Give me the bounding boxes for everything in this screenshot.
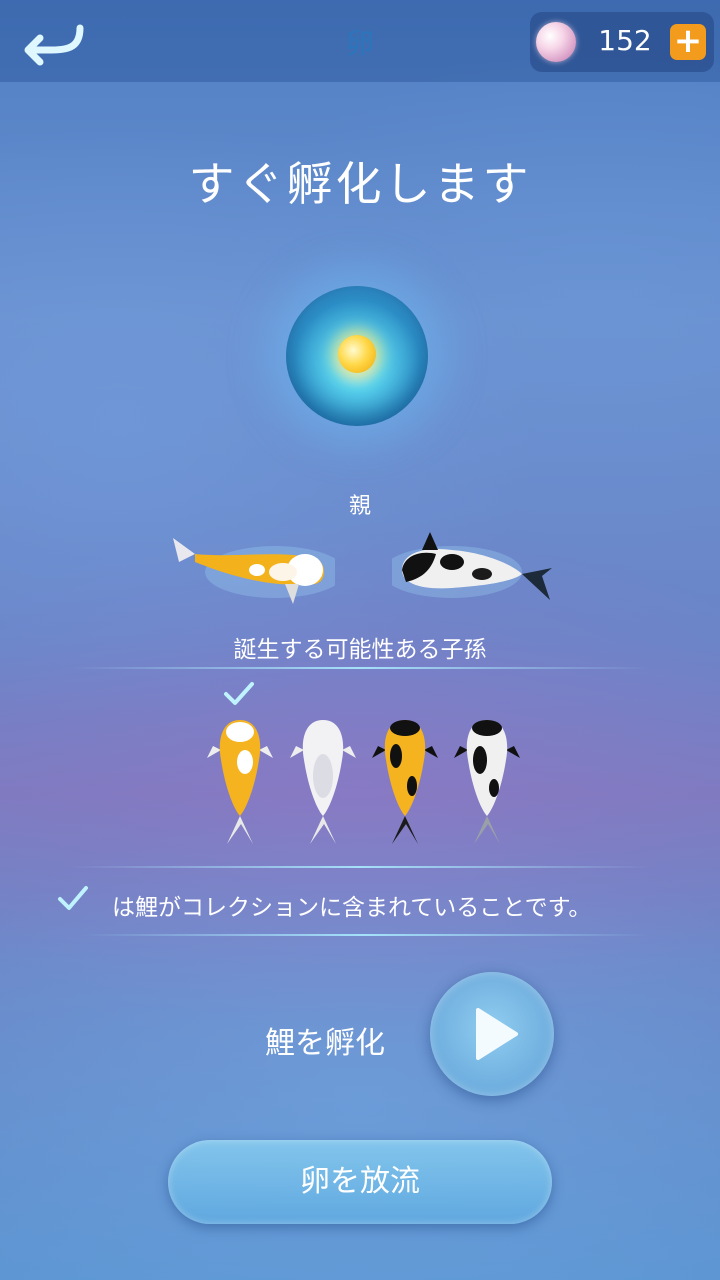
offspring-fish-gold-white	[207, 720, 273, 844]
offspring-fish-black-white	[454, 720, 520, 844]
pearl-currency: 152 +	[530, 12, 714, 72]
pearl-count: 152	[598, 24, 652, 57]
egg-yolk	[338, 335, 376, 373]
back-arrow-icon	[24, 24, 84, 66]
offspring-fish-black-gold	[372, 720, 438, 844]
divider-bottom	[80, 934, 650, 936]
egg-icon	[286, 286, 428, 426]
divider-middle	[70, 866, 650, 868]
back-button[interactable]	[18, 14, 88, 66]
release-egg-button[interactable]: 卵を放流	[168, 1140, 552, 1224]
add-pearls-button[interactable]: +	[670, 24, 706, 60]
parent-fish-black-white	[392, 532, 552, 600]
pearl-icon	[536, 22, 576, 62]
collection-note: は鯉がコレクションに含まれていることです。	[112, 895, 592, 921]
parents-label: 親	[348, 494, 371, 519]
parent-fish-gold	[173, 538, 335, 604]
play-icon	[476, 1008, 518, 1060]
hatch-button[interactable]	[430, 972, 554, 1096]
divider-top	[70, 667, 650, 669]
offspring-fish-white	[290, 720, 356, 844]
check-icon	[58, 886, 88, 910]
screen-title: 卵	[345, 27, 374, 60]
offspring-label: 誕生する可能性ある子孫	[233, 637, 487, 663]
hatch-label: 鯉を孵化	[265, 1026, 385, 1061]
collected-check-icon	[224, 682, 254, 705]
page-heading: すぐ孵化します	[188, 157, 532, 211]
